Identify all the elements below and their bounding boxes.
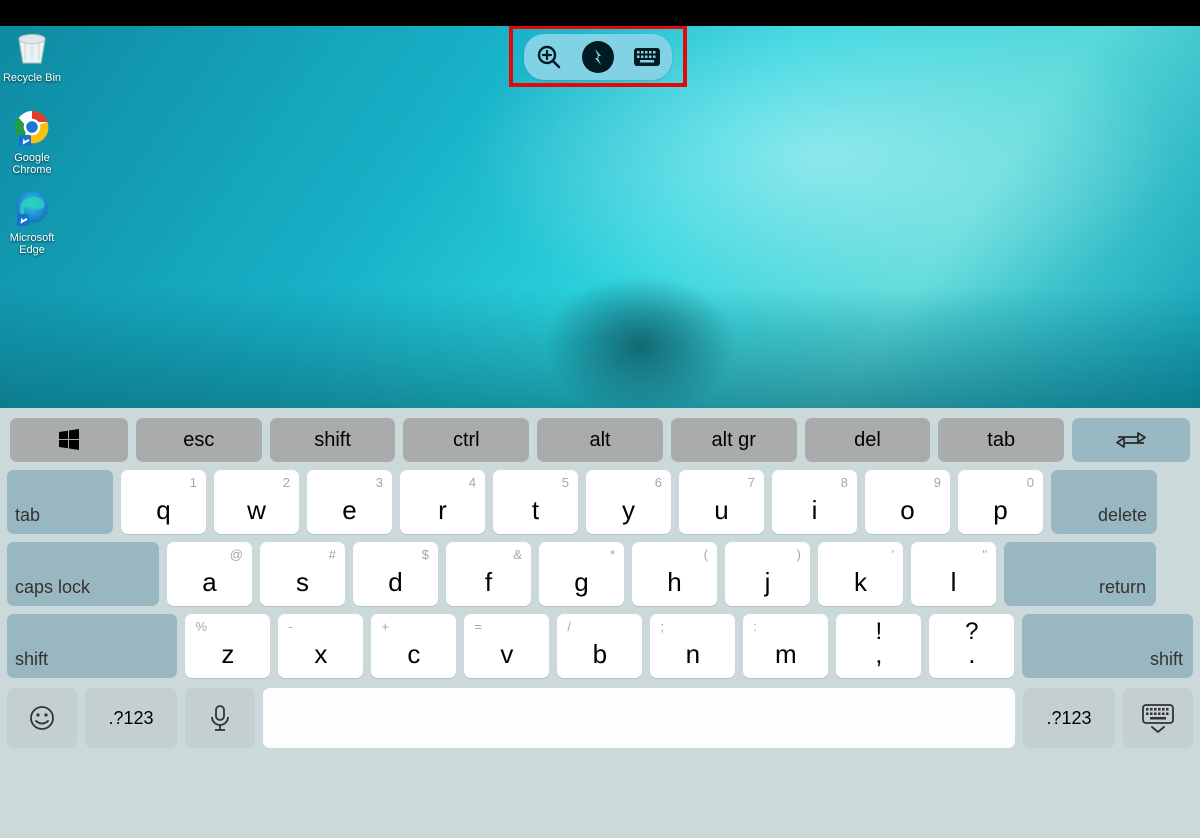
- desktop-icon-label: Microsoft Edge: [0, 232, 67, 256]
- key-shift-top[interactable]: shift: [270, 418, 396, 462]
- microphone-icon: [209, 704, 231, 732]
- keyboard-row-2: caps lock @a#s$d&f*g(h)j'k"l return: [0, 538, 1200, 610]
- key-delete[interactable]: delete: [1051, 470, 1157, 534]
- key-w[interactable]: 2w: [214, 470, 299, 534]
- desktop-icon-label: Google Chrome: [0, 152, 67, 176]
- key-esc[interactable]: esc: [136, 418, 262, 462]
- key-alt[interactable]: alt: [537, 418, 663, 462]
- key-d[interactable]: $d: [353, 542, 438, 606]
- key-c[interactable]: +c: [371, 614, 456, 678]
- windows-icon: [58, 429, 80, 451]
- key-j[interactable]: )j: [725, 542, 810, 606]
- key-altgr[interactable]: alt gr: [671, 418, 797, 462]
- key-arrows[interactable]: [1072, 418, 1190, 462]
- key-y[interactable]: 6y: [586, 470, 671, 534]
- keyboard-row-1: tab 1q2w3e4r5t6y7u8i9o0p delete: [0, 466, 1200, 538]
- dismiss-keyboard-icon: [1141, 703, 1175, 733]
- key-l[interactable]: "l: [911, 542, 996, 606]
- key-z[interactable]: %z: [185, 614, 270, 678]
- zoom-button[interactable]: [533, 41, 565, 73]
- key-r[interactable]: 4r: [400, 470, 485, 534]
- key-a[interactable]: @a: [167, 542, 252, 606]
- key-return[interactable]: return: [1004, 542, 1156, 606]
- desktop-icon-google-chrome[interactable]: Google Chrome: [0, 106, 67, 176]
- key-f[interactable]: &f: [446, 542, 531, 606]
- keyboard-icon: [633, 47, 661, 67]
- key-del[interactable]: del: [805, 418, 931, 462]
- desktop-icon-microsoft-edge[interactable]: Microsoft Edge: [0, 186, 67, 256]
- key-numeric-left[interactable]: .?123: [85, 688, 177, 748]
- key-t[interactable]: 5t: [493, 470, 578, 534]
- edge-icon: [11, 186, 53, 228]
- key-shift-right[interactable]: shift: [1022, 614, 1193, 678]
- key-s[interactable]: #s: [260, 542, 345, 606]
- desktop-icon-recycle-bin[interactable]: Recycle Bin: [0, 26, 67, 84]
- key-capslock[interactable]: caps lock: [7, 542, 159, 606]
- remote-desktop-area[interactable]: Recycle Bin Google Chrome: [0, 26, 1200, 408]
- key-tab[interactable]: tab: [7, 470, 113, 534]
- chrome-icon: [11, 106, 53, 148]
- remote-session-toolbar: [524, 34, 672, 80]
- key-dismiss-keyboard[interactable]: [1123, 688, 1193, 748]
- window-top-bar: [0, 0, 1200, 26]
- connection-button[interactable]: [582, 41, 614, 73]
- key-q[interactable]: 1q: [121, 470, 206, 534]
- onscreen-keyboard: esc shift ctrl alt alt gr del tab tab 1q…: [0, 408, 1200, 838]
- desktop-icon-label: Recycle Bin: [3, 72, 61, 84]
- key-x[interactable]: -x: [278, 614, 363, 678]
- key-tab-top[interactable]: tab: [938, 418, 1064, 462]
- key-shift-left[interactable]: shift: [7, 614, 177, 678]
- keyboard-row-3: shift %z-x+c=v/b;n:m!,?. shift: [0, 610, 1200, 682]
- key-windows[interactable]: [10, 418, 128, 462]
- swap-arrows-icon: [1116, 431, 1146, 449]
- keyboard-row-4: .?123 .?123: [0, 682, 1200, 756]
- key-microphone[interactable]: [185, 688, 255, 748]
- emoji-icon: [28, 704, 56, 732]
- key-o[interactable]: 9o: [865, 470, 950, 534]
- key-m[interactable]: :m: [743, 614, 828, 678]
- key-emoji[interactable]: [7, 688, 77, 748]
- key-,[interactable]: !,: [836, 614, 921, 678]
- zoom-in-icon: [536, 44, 562, 70]
- key-g[interactable]: *g: [539, 542, 624, 606]
- key-v[interactable]: =v: [464, 614, 549, 678]
- key-b[interactable]: /b: [557, 614, 642, 678]
- key-e[interactable]: 3e: [307, 470, 392, 534]
- keyboard-row-meta: esc shift ctrl alt alt gr del tab: [0, 414, 1200, 466]
- key-ctrl[interactable]: ctrl: [403, 418, 529, 462]
- key-space[interactable]: [263, 688, 1015, 748]
- key-p[interactable]: 0p: [958, 470, 1043, 534]
- key-u[interactable]: 7u: [679, 470, 764, 534]
- key-n[interactable]: ;n: [650, 614, 735, 678]
- key-h[interactable]: (h: [632, 542, 717, 606]
- key-numeric-right[interactable]: .?123: [1023, 688, 1115, 748]
- key-k[interactable]: 'k: [818, 542, 903, 606]
- key-.[interactable]: ?.: [929, 614, 1014, 678]
- toggle-keyboard-button[interactable]: [631, 41, 663, 73]
- connection-icon: [588, 47, 608, 67]
- key-i[interactable]: 8i: [772, 470, 857, 534]
- recycle-bin-icon: [11, 26, 53, 68]
